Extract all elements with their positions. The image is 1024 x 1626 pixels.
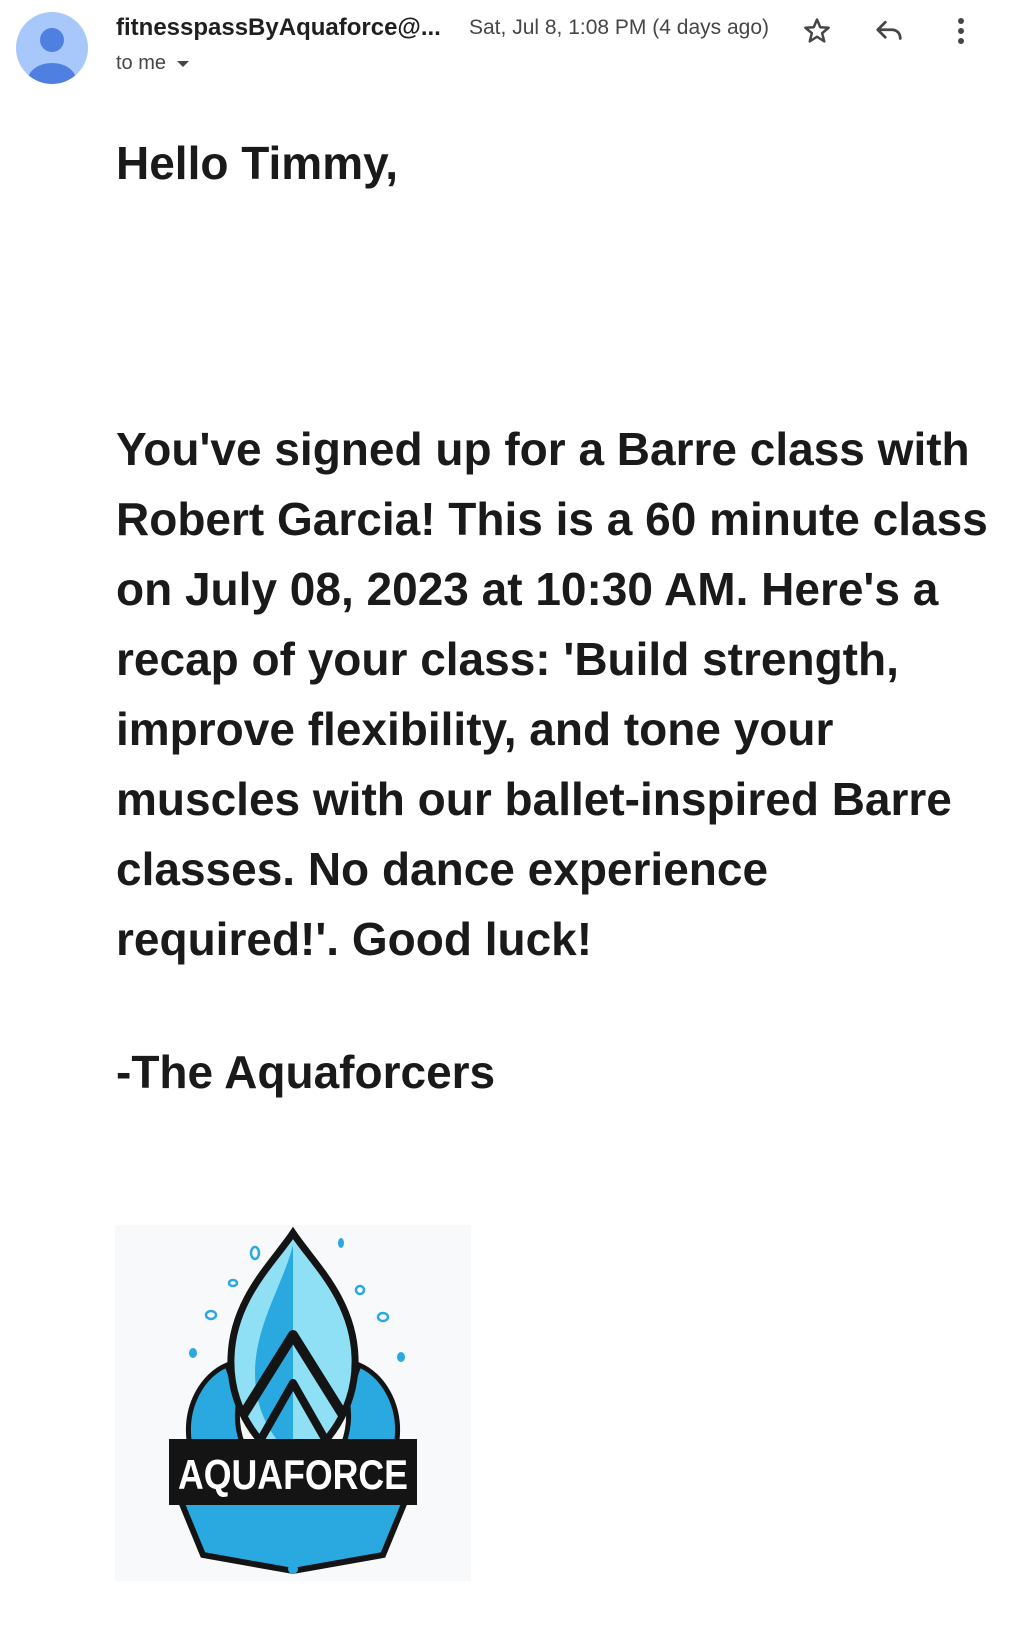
more-vertical-icon [958,18,964,44]
splash-drop [204,1309,218,1321]
reply-icon [876,20,902,40]
aquaforce-emblem: AQUAFORCE [169,1226,417,1575]
star-button[interactable] [796,10,838,52]
email-date: Sat, Jul 8, 1:08 PM (4 days ago) [469,16,769,39]
splash-drop [288,1564,298,1574]
aquaforce-logo: AQUAFORCE [115,1225,471,1581]
more-options-button[interactable] [940,10,982,52]
splash-drop [376,1311,390,1323]
email-message: You've signed up for a Barre class with … [116,423,988,965]
email-greeting: Hello Timmy, [116,137,399,189]
star-icon [804,18,830,43]
email-signoff: -The Aquaforcers [116,1046,496,1098]
recipient-label: to me [116,52,167,74]
splash-drop [338,1238,344,1248]
splash-drop [397,1352,405,1362]
splash-drop [189,1348,197,1358]
caret-down-icon [177,60,190,67]
splash-drop [354,1284,366,1296]
sender-avatar[interactable] [16,12,88,84]
person-icon [28,28,76,84]
sender-name[interactable]: fitnesspassByAquaforce@... [116,14,441,42]
recipient-details-toggle[interactable]: to me [116,52,190,75]
email-header: fitnesspassByAquaforce@... Sat, Jul 8, 1… [0,0,1024,96]
splash-drop [227,1278,239,1288]
reply-button[interactable] [868,10,910,52]
logo-text: AQUAFORCE [178,1451,408,1498]
splash-drop [249,1245,261,1261]
